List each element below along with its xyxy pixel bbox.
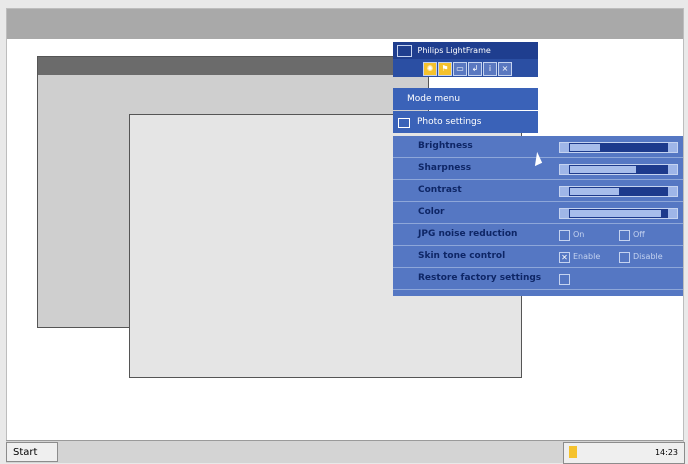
color-row: Color (393, 202, 683, 224)
screen-icon[interactable]: ▭ (453, 62, 467, 76)
sharpness-slider[interactable] (559, 164, 678, 175)
contrast-slider[interactable] (559, 186, 678, 197)
enable-checkbox[interactable]: ✕ (559, 252, 570, 263)
app-title-bar[interactable]: Philips LightFrame (393, 42, 538, 59)
slider-fill (570, 166, 636, 173)
restore-factory-button[interactable] (559, 274, 570, 285)
slider-plus-button[interactable] (668, 209, 677, 218)
info-icon[interactable]: i (483, 62, 497, 76)
slider-minus-button[interactable] (560, 209, 569, 218)
photo-settings-label: Photo settings (417, 117, 482, 127)
restore-factory-row: Restore factory settings (393, 268, 683, 290)
close-icon[interactable]: × (498, 62, 512, 76)
arrow-icon[interactable]: ↲ (468, 62, 482, 76)
slider-minus-button[interactable] (560, 187, 569, 196)
jpg-on-label: On (573, 230, 585, 239)
clock: 14:23 (654, 448, 678, 457)
app-title: Philips LightFrame (417, 46, 491, 55)
skin-tone-label: Skin tone control (418, 251, 506, 261)
slider-plus-button[interactable] (668, 143, 677, 152)
slider-minus-button[interactable] (560, 165, 569, 174)
slider-fill (570, 210, 661, 217)
contrast-row: Contrast (393, 180, 683, 202)
sharpness-label: Sharpness (418, 163, 472, 173)
jpg-on-checkbox[interactable] (559, 230, 570, 241)
disable-label: Disable (633, 252, 663, 261)
brightness-slider[interactable] (559, 142, 678, 153)
contrast-label: Contrast (418, 185, 462, 195)
app-toolbar: ✺ ⚑ ▭ ↲ i × (393, 59, 538, 77)
disable-checkbox[interactable] (619, 252, 630, 263)
slider-plus-button[interactable] (668, 187, 677, 196)
mode-menu[interactable]: Mode menu (393, 88, 538, 110)
jpg-noise-row: JPG noise reduction On Off (393, 224, 683, 246)
monitor-icon (397, 44, 412, 57)
background-window-titlebar[interactable] (38, 57, 428, 75)
top-bar (7, 9, 683, 39)
jpg-off-checkbox[interactable] (619, 230, 630, 241)
slider-fill (570, 144, 600, 151)
photo-settings-menu[interactable]: Photo settings (393, 111, 538, 133)
start-button[interactable]: Start (6, 442, 58, 462)
slider-plus-button[interactable] (668, 165, 677, 174)
skin-tone-row: Skin tone control ✕ Enable Disable (393, 246, 683, 268)
flag-icon[interactable]: ⚑ (438, 62, 452, 76)
enable-label: Enable (573, 252, 601, 261)
restore-factory-label: Restore factory settings (418, 273, 542, 283)
system-tray: 14:23 (563, 442, 685, 464)
bulb-icon[interactable]: ✺ (423, 62, 437, 76)
slider-fill (570, 188, 619, 195)
jpg-noise-label: JPG noise reduction (418, 229, 518, 239)
mode-menu-label: Mode menu (407, 94, 461, 104)
color-label: Color (418, 207, 445, 217)
bulb-tray-icon[interactable] (569, 446, 577, 458)
brightness-label: Brightness (418, 141, 473, 151)
taskbar: Start 14:23 (6, 440, 685, 464)
color-slider[interactable] (559, 208, 678, 219)
photo-icon (398, 118, 410, 128)
jpg-off-label: Off (633, 230, 645, 239)
slider-minus-button[interactable] (560, 143, 569, 152)
